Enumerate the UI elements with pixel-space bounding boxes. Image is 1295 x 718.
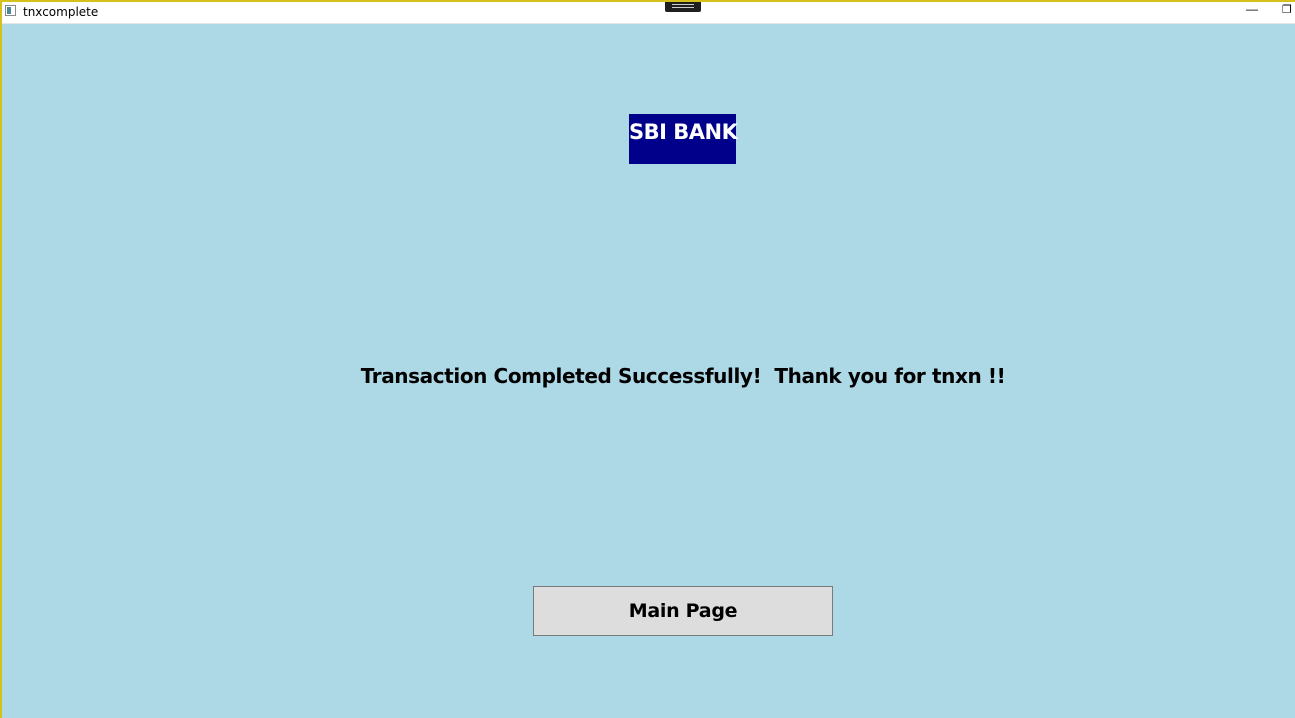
success-message: Transaction Completed Successfully! Than… xyxy=(360,364,1006,388)
bank-logo: SBI BANK xyxy=(629,114,738,164)
title-bar[interactable]: tnxcomplete — ❐ xyxy=(2,2,1295,24)
drag-handle-icon[interactable] xyxy=(665,2,701,12)
minimize-button[interactable]: — xyxy=(1242,2,1262,20)
main-page-button[interactable]: Main Page xyxy=(533,586,833,636)
window-app-icon xyxy=(5,5,16,16)
window-title: tnxcomplete xyxy=(23,5,99,19)
app-window: tnxcomplete — ❐ SBI BANK Transaction Com… xyxy=(0,0,1295,718)
restore-button[interactable]: ❐ xyxy=(1282,2,1295,20)
